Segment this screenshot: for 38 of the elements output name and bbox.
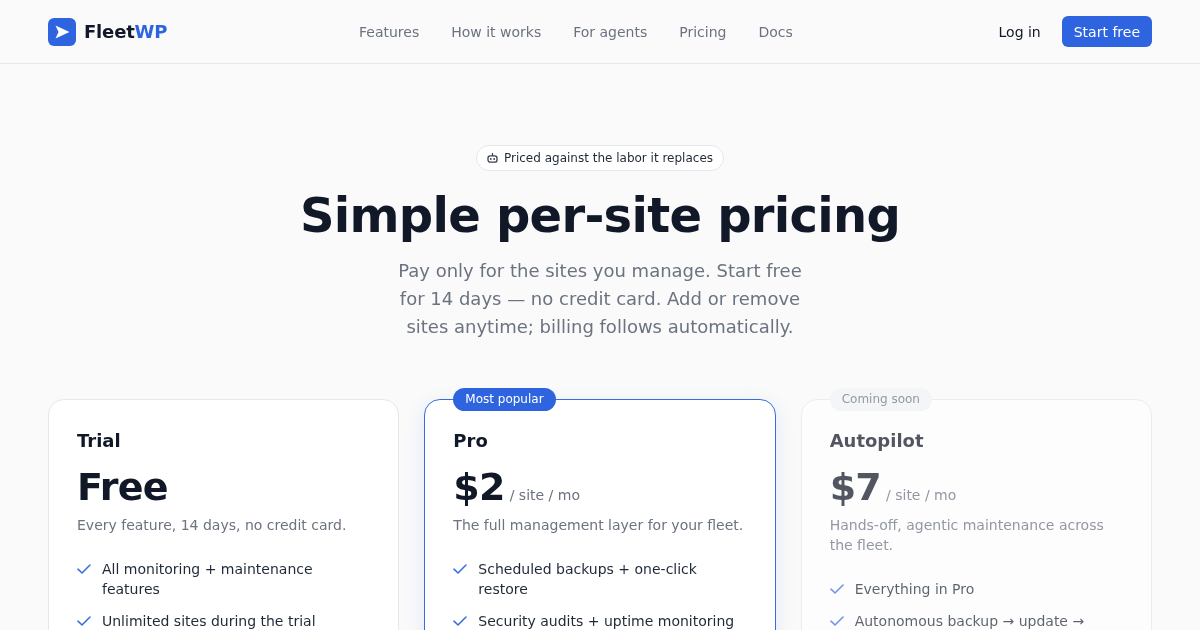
feature-text: Everything in Pro xyxy=(854,580,975,599)
check-icon xyxy=(829,584,844,594)
nav-link[interactable]: Pricing xyxy=(679,23,727,40)
price-period: / site / mo xyxy=(886,487,957,503)
nav-link[interactable]: Features xyxy=(359,23,420,40)
feature-text: Scheduled backups + one-click restore xyxy=(478,560,698,599)
nav-link[interactable]: How it works xyxy=(451,23,542,40)
feature-text: Autonomous backup → update → xyxy=(854,612,1085,630)
plan-description: Every feature, 14 days, no credit card. xyxy=(77,516,348,535)
plan-name: Trial xyxy=(77,429,122,453)
feature-text: Unlimited sites during the trial xyxy=(102,612,316,630)
paper-plane-icon xyxy=(48,17,76,46)
plan-description: Hands-off, agentic maintenance across the fleet. xyxy=(829,516,1105,555)
hero-badge-text: Priced against the labor it replaces xyxy=(503,151,714,165)
check-icon xyxy=(453,564,468,574)
page-title: Simple per-site pricing xyxy=(299,187,901,243)
login-link[interactable]: Log in xyxy=(998,23,1041,40)
brand-name[interactable]: FleetWP xyxy=(84,21,168,42)
nav-link[interactable]: For agents xyxy=(573,23,648,40)
check-icon xyxy=(829,616,844,626)
plan-price: $7 xyxy=(829,465,882,509)
plan-name: Pro xyxy=(453,429,489,453)
check-icon xyxy=(77,564,91,574)
page-subtitle: Pay only for the sites you manage. Start free for 14 days — no credit card. Add or remove sites anytime; billing follows automatically. xyxy=(397,259,803,339)
feature-text: Security audits + uptime monitoring xyxy=(478,612,735,630)
plan-description: The full management layer for your fleet. xyxy=(453,516,745,535)
plan-price: $2 xyxy=(453,465,505,509)
check-icon xyxy=(77,616,91,626)
plan-badge: Most popular xyxy=(453,388,556,411)
nav-link[interactable]: Docs xyxy=(758,23,793,40)
plan-price: Free xyxy=(77,465,168,509)
price-period: / site / mo xyxy=(509,487,580,503)
feature-text: All monitoring + maintenance features xyxy=(102,560,314,599)
check-icon xyxy=(453,616,468,626)
robot-icon xyxy=(486,153,498,163)
plan-name: Autopilot xyxy=(829,429,925,453)
plan-badge: Coming soon xyxy=(829,388,932,411)
start-free-button[interactable]: Start free xyxy=(1061,16,1152,47)
